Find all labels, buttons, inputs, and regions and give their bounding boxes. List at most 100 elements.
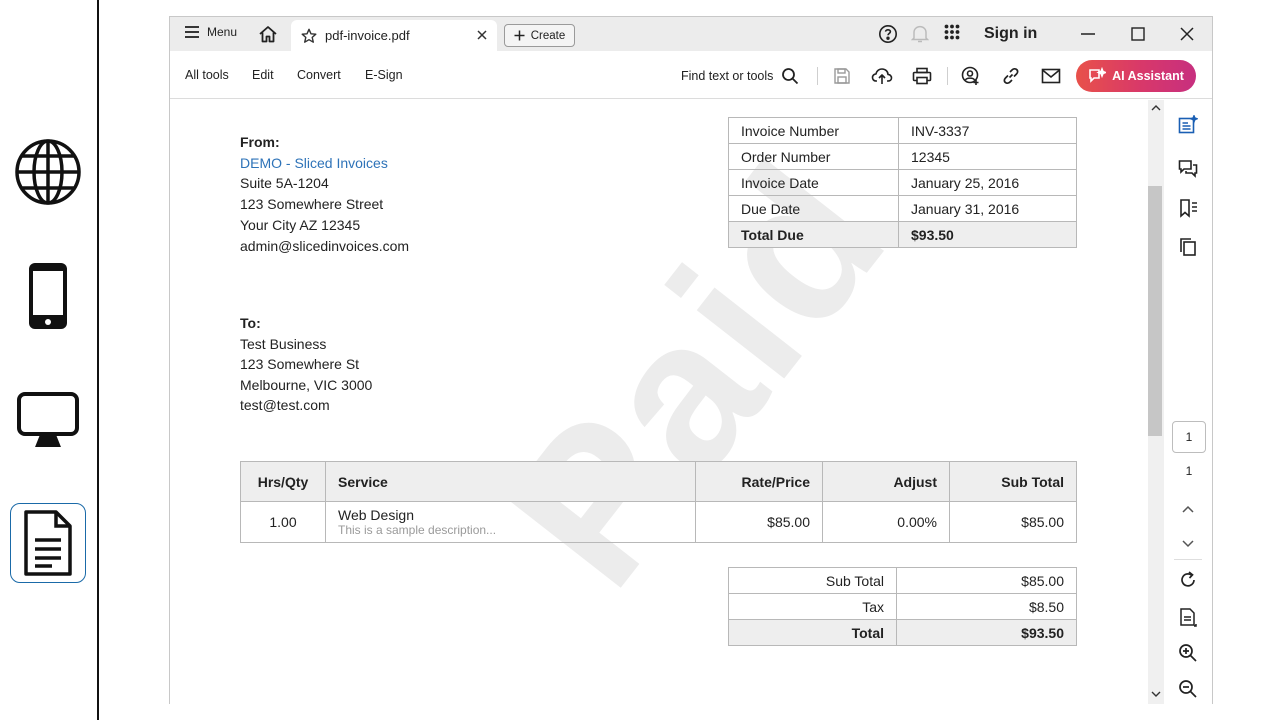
print-icon[interactable]	[911, 65, 933, 87]
previous-page-icon[interactable]	[1176, 498, 1200, 522]
column-header: Rate/Price	[695, 461, 823, 502]
pages-icon[interactable]	[1176, 235, 1200, 259]
scroll-up-icon[interactable]	[1150, 104, 1162, 112]
line-items-table: Hrs/Qty Service Rate/Price Adjust Sub To…	[240, 461, 1077, 543]
find-text-tools[interactable]: Find text or tools	[681, 67, 799, 85]
info-value: January 25, 2016	[898, 169, 1077, 196]
from-address: From: DEMO - Sliced Invoices Suite 5A-12…	[240, 132, 409, 256]
email-icon[interactable]	[1040, 65, 1062, 87]
menu-esign[interactable]: E-Sign	[365, 68, 403, 82]
menu-convert[interactable]: Convert	[297, 68, 341, 82]
mobile-icon[interactable]	[10, 256, 86, 336]
menu-all-tools[interactable]: All tools	[185, 68, 229, 82]
zoom-out-icon[interactable]	[1176, 677, 1200, 701]
panel-separator	[1174, 559, 1202, 560]
ai-assistant-icon	[1089, 67, 1107, 83]
totals-value: $93.50	[896, 619, 1077, 646]
ai-summary-icon[interactable]	[1176, 113, 1200, 137]
to-line: 123 Somewhere St	[240, 356, 360, 373]
device-rail	[0, 0, 100, 720]
globe-icon[interactable]	[10, 132, 86, 212]
to-label: To:	[240, 315, 261, 331]
right-panel: 1 1	[1164, 100, 1212, 704]
item-rate: $85.00	[695, 501, 823, 543]
toolbar: All tools Edit Convert E-Sign Find text …	[170, 51, 1212, 99]
bell-icon[interactable]	[911, 24, 929, 44]
menu-button[interactable]: Menu	[184, 25, 237, 39]
total-pages: 1	[1185, 464, 1193, 478]
sign-in-button[interactable]: Sign in	[984, 25, 1037, 43]
zoom-in-icon[interactable]	[1176, 641, 1200, 665]
toolbar-separator	[947, 67, 948, 85]
menu-label: Menu	[207, 25, 238, 39]
totals-row: Sub Total $85.00	[728, 567, 1077, 594]
upload-cloud-icon[interactable]	[871, 65, 893, 87]
document-icon[interactable]	[10, 503, 86, 583]
find-label: Find text or tools	[681, 69, 774, 83]
invoice-info-table: Invoice Number INV-3337 Order Number 12345…	[728, 117, 1077, 248]
menu-edit[interactable]: Edit	[252, 68, 274, 82]
totals-label: Total	[728, 619, 897, 646]
home-icon[interactable]	[258, 25, 278, 48]
info-label: Due Date	[728, 195, 899, 222]
line-items-header: Hrs/Qty Service Rate/Price Adjust Sub To…	[240, 461, 1077, 502]
from-line: 123 Somewhere Street	[240, 196, 384, 213]
star-icon[interactable]	[301, 28, 317, 44]
scroll-thumb[interactable]	[1148, 186, 1162, 436]
document-page[interactable]: Paid From: DEMO - Sliced Invoices Suite …	[170, 100, 1148, 704]
scroll-down-icon[interactable]	[1150, 690, 1162, 698]
item-service: Web Design	[338, 507, 415, 523]
totals-row: Tax $8.50	[728, 593, 1077, 620]
ai-assistant-label: AI Assistant	[1112, 69, 1184, 83]
info-label: Order Number	[728, 143, 899, 170]
ai-assistant-button[interactable]: AI Assistant	[1076, 60, 1196, 92]
from-label: From:	[240, 134, 280, 150]
from-line: Your City AZ 12345	[240, 216, 361, 233]
from-company-link[interactable]: DEMO - Sliced Invoices	[240, 153, 409, 174]
vertical-scrollbar[interactable]	[1148, 100, 1164, 704]
create-button[interactable]: Create	[504, 24, 575, 47]
rotate-icon[interactable]	[1176, 568, 1200, 592]
info-value: 12345	[898, 143, 1077, 170]
bookmarks-icon[interactable]	[1176, 196, 1200, 220]
link-icon[interactable]	[1000, 65, 1022, 87]
fit-page-icon[interactable]	[1176, 605, 1200, 629]
share-user-icon[interactable]	[960, 65, 982, 87]
info-label: Total Due	[728, 221, 899, 248]
next-page-icon[interactable]	[1176, 531, 1200, 555]
comments-icon[interactable]	[1176, 157, 1200, 181]
totals-value: $8.50	[896, 593, 1077, 620]
table-row: 1.00 Web Design This is a sample descrip…	[240, 501, 1077, 543]
apps-grid-icon[interactable]	[944, 24, 960, 40]
close-tab-icon[interactable]	[475, 28, 489, 42]
item-qty: 1.00	[240, 501, 326, 543]
help-icon[interactable]	[878, 24, 898, 44]
toolbar-separator	[817, 67, 818, 85]
info-label: Invoice Date	[728, 169, 899, 196]
tab-title: pdf-invoice.pdf	[325, 28, 410, 43]
tab-pdf-invoice[interactable]: pdf-invoice.pdf	[291, 20, 497, 51]
maximize-icon[interactable]	[1130, 26, 1146, 42]
acrobat-window: Menu pdf-invoice.pdf Create Sign in All …	[169, 16, 1213, 704]
info-row: Invoice Number INV-3337	[728, 117, 1077, 144]
column-header: Sub Total	[949, 461, 1077, 502]
create-label: Create	[530, 29, 566, 42]
item-service-cell: Web Design This is a sample description.…	[325, 501, 696, 543]
minimize-icon[interactable]	[1080, 26, 1096, 42]
current-page-input[interactable]: 1	[1172, 421, 1206, 453]
info-value: $93.50	[898, 221, 1077, 248]
info-value: INV-3337	[898, 117, 1077, 144]
column-header: Hrs/Qty	[240, 461, 326, 502]
from-line: admin@slicedinvoices.com	[240, 237, 410, 254]
close-window-icon[interactable]	[1179, 26, 1195, 42]
desktop-icon[interactable]	[10, 380, 86, 460]
item-subtotal: $85.00	[949, 501, 1077, 543]
item-adjust: 0.00%	[822, 501, 950, 543]
column-header: Service	[325, 461, 696, 502]
to-address: To: Test Business 123 Somewhere St Melbo…	[240, 313, 372, 416]
info-row: Due Date January 31, 2016	[728, 195, 1077, 222]
from-line: Suite 5A-1204	[240, 175, 329, 192]
save-icon[interactable]	[831, 65, 853, 87]
to-line: Test Business	[240, 335, 327, 352]
grand-total-row: Total $93.50	[728, 619, 1077, 646]
